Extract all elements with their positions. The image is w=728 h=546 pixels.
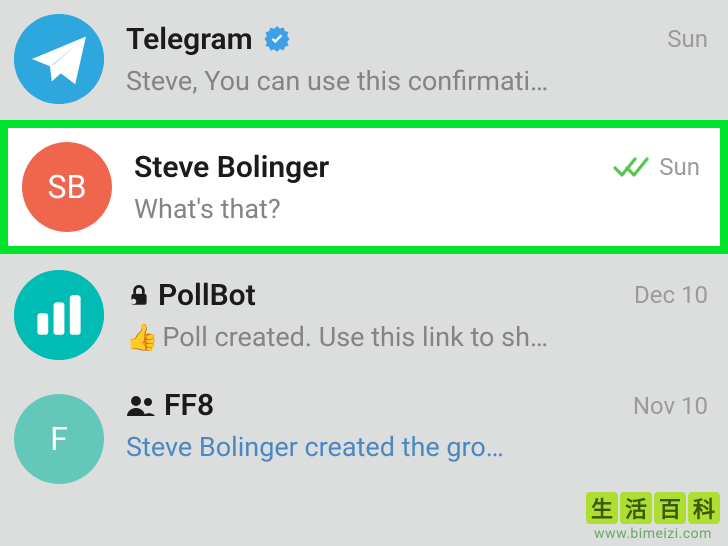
avatar-telegram xyxy=(14,14,104,104)
lock-icon xyxy=(126,282,152,308)
watermark-char: 百 xyxy=(654,492,686,524)
thumbs-up-emoji: 👍 xyxy=(126,323,158,353)
chat-title: FF8 xyxy=(126,388,214,423)
chat-content: PollBot Dec 10 👍Poll created. Use this l… xyxy=(126,278,708,353)
bar-chart-icon xyxy=(14,270,104,360)
watermark-char: 科 xyxy=(688,492,720,524)
chat-title: Telegram xyxy=(126,22,291,57)
avatar-pollbot xyxy=(14,270,104,360)
avatar-initials: F xyxy=(14,394,104,484)
chat-preview: 👍Poll created. Use this link to sh… xyxy=(126,321,686,353)
chat-title: Steve Bolinger xyxy=(134,150,329,185)
watermark-char: 生 xyxy=(586,492,618,524)
verified-icon xyxy=(263,25,291,53)
chat-item-ff8[interactable]: F FF8 Nov 10 xyxy=(0,374,728,474)
chat-title: PollBot xyxy=(126,278,256,313)
chat-time: Nov 10 xyxy=(633,392,708,420)
watermark-url: www.bimeizi.com xyxy=(594,526,712,542)
chat-content: FF8 Nov 10 Steve Bolinger created the gr… xyxy=(126,388,708,463)
watermark-char: 活 xyxy=(620,492,652,524)
chat-time: Dec 10 xyxy=(634,281,708,309)
chat-list: Telegram Sun Steve, You can use this con… xyxy=(0,0,728,474)
watermark: 生 活 百 科 www.bimeizi.com xyxy=(586,492,720,542)
chat-content: Steve Bolinger Sun What's that? xyxy=(134,150,700,225)
chat-item-telegram[interactable]: Telegram Sun Steve, You can use this con… xyxy=(0,0,728,118)
read-double-check-icon xyxy=(613,155,651,179)
telegram-plane-icon xyxy=(14,14,104,104)
group-icon xyxy=(126,394,156,418)
chat-preview: What's that? xyxy=(134,193,694,225)
chat-preview: Steve Bolinger created the gro… xyxy=(126,431,686,463)
chat-item-pollbot[interactable]: PollBot Dec 10 👍Poll created. Use this l… xyxy=(0,256,728,374)
avatar-initials: SB xyxy=(22,142,112,232)
chat-time: Sun xyxy=(659,153,700,181)
chat-content: Telegram Sun Steve, You can use this con… xyxy=(126,22,708,97)
chat-preview: Steve, You can use this confirmati… xyxy=(126,65,686,97)
chat-item-steve-bolinger[interactable]: SB Steve Bolinger Sun What's that? xyxy=(0,120,728,254)
chat-time: Sun xyxy=(667,25,708,53)
